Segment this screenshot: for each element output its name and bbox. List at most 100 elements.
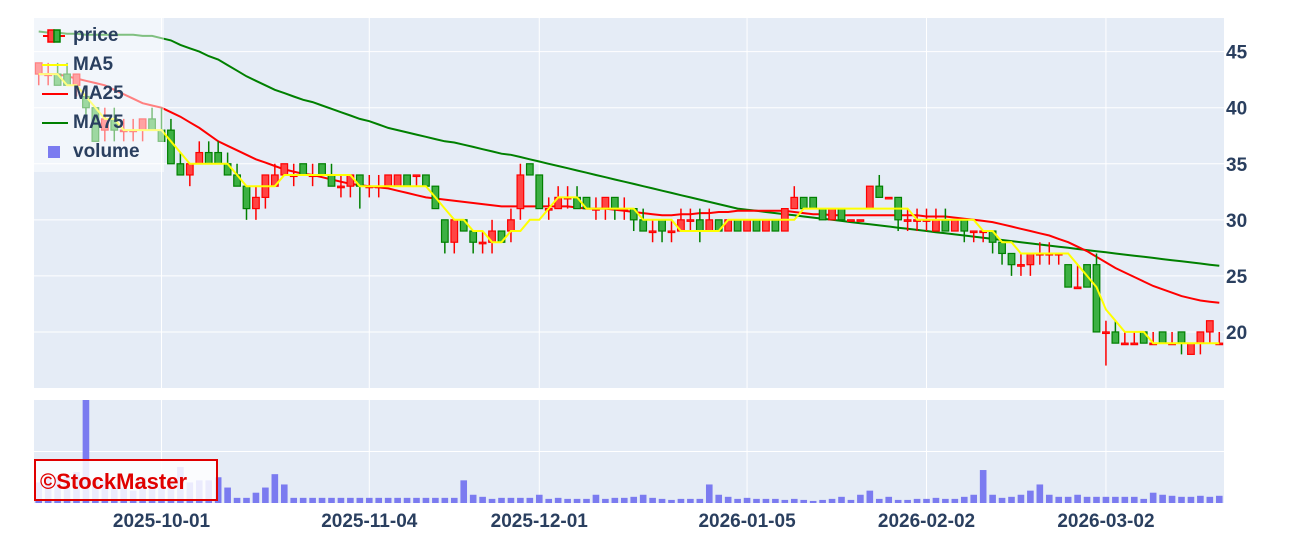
candle-body [299,163,308,176]
volume-bar [1159,494,1166,503]
candle-body [507,219,515,232]
date-tick-label: 2026-03-02 [1057,511,1154,532]
candle-body [610,196,619,210]
candle-body [1158,331,1167,344]
date-tick-label: 2026-01-05 [698,511,796,532]
candle-body [932,219,940,232]
legend-label-ma5: MA5 [73,54,114,75]
volume-bar [800,499,808,503]
volume-bar [970,494,978,503]
candle-body [1092,264,1101,333]
candle-body [884,196,893,200]
volume-bar [649,497,656,503]
candle-body [242,185,251,210]
volume-bar [1074,494,1081,503]
volume-bar [639,494,647,503]
candle-body [393,174,402,187]
volume-bar [271,474,279,503]
volume-bar [1206,496,1214,503]
date-tick-label: 2025-12-01 [491,511,589,532]
candle-body [327,174,336,187]
volume-bar [951,498,959,503]
candle-body [176,163,185,176]
candle-body [847,219,855,222]
volume-bar [875,498,883,503]
volume-bar [1036,484,1044,503]
candle-body [1177,331,1186,344]
volume-bar [535,494,543,503]
volume-bar [998,497,1006,503]
candle-body [1017,264,1025,267]
volume-bar [668,499,675,503]
candle-body [1007,252,1016,266]
volume-bar [413,497,420,503]
volume-bar [432,497,439,503]
volume-bar [1178,496,1185,503]
volume-bar [526,497,534,503]
candle-body [648,230,657,234]
legend-label-volume: volume [73,141,140,162]
candle-body [1120,342,1129,346]
volume-bar [932,497,940,503]
legend-label-ma75: MA75 [73,112,124,133]
volume-bar [573,498,581,503]
volume-bar [337,497,345,503]
volume-bar [819,499,826,503]
date-tick-label: 2026-02-02 [878,511,975,532]
volume-bar [923,498,930,503]
volume-bar [1149,492,1157,503]
volume-bar [243,497,250,503]
volume-bar [989,494,996,503]
volume-bar [828,498,836,503]
volume-bar [762,498,770,503]
price-tick-label: 40 [1226,99,1247,120]
volume-bar [942,498,949,503]
volume-bar [517,497,524,503]
volume-bar [507,497,515,503]
price-tick-label: 30 [1226,211,1247,232]
volume-bar [715,494,723,503]
volume-bar [403,497,411,503]
candle-body [865,185,874,210]
price-tick-label: 45 [1226,43,1248,64]
volume-bar [781,499,789,503]
candle-body [950,219,959,232]
volume-bar [583,498,590,503]
candle-body [790,196,799,210]
watermark: ©StockMaster [34,459,218,501]
candle-body [837,208,846,221]
candle-body [998,241,1006,255]
candle-body [204,151,213,165]
candle-body [1196,331,1205,344]
volume-bar [894,499,902,503]
legend-item-ma5[interactable]: MA5 [34,53,164,77]
candle-body [705,219,714,232]
candle-body [252,196,260,210]
legend-item-price[interactable]: price [34,24,164,48]
volume-bar [460,480,468,503]
candle-body [941,219,950,232]
volume-bar [318,497,326,503]
legend-item-ma75[interactable]: MA75 [34,111,164,135]
date-axis-ticks: 2025-10-01 2025-11-04 2025-12-01 2026-01-05… [113,511,1155,532]
volume-bar [1112,496,1119,503]
volume-bar [1093,496,1100,503]
volume-bar [1168,495,1176,503]
legend-item-volume[interactable]: volume [34,140,164,164]
price-tick-label: 20 [1226,323,1247,344]
volume-bar [479,496,486,503]
candle-body [1205,320,1214,333]
candle-body [686,219,695,222]
candle-body [318,163,326,176]
volume-bar [753,498,760,503]
candle-body [478,241,487,245]
volume-bar [488,498,496,503]
legend-item-ma25[interactable]: MA25 [34,82,164,106]
volume-bar [309,497,316,503]
candle-body [601,196,610,210]
volume-bar [262,487,269,503]
candle-body [384,174,393,187]
volume-bar [866,490,874,503]
candle-body [969,230,978,234]
candle-body [185,163,194,176]
